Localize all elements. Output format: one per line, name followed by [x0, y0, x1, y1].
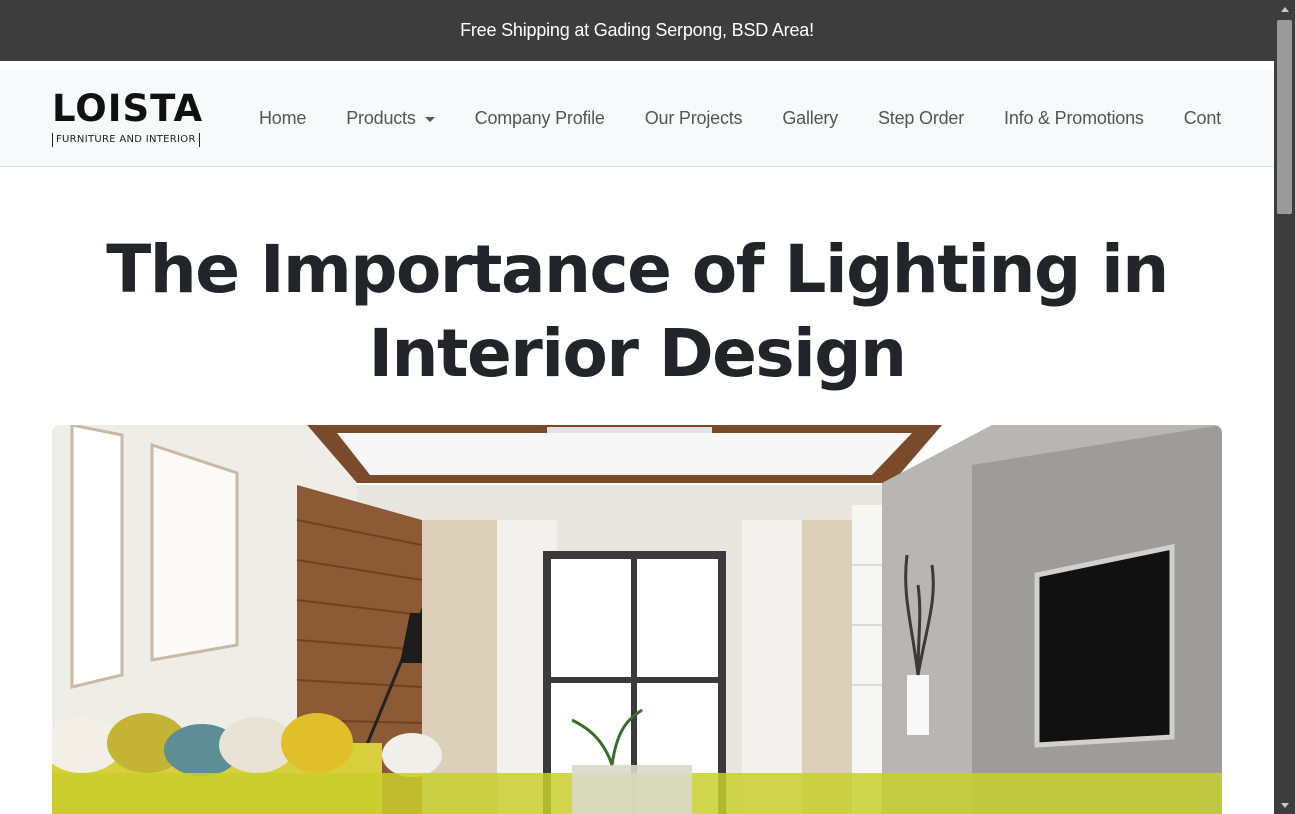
nav-contact-label: Cont — [1183, 108, 1221, 128]
nav-our-projects-label: Our Projects — [644, 108, 743, 128]
page: Free Shipping at Gading Serpong, BSD Are… — [0, 0, 1274, 814]
scroll-down-icon[interactable] — [1274, 796, 1295, 814]
announcement-bar: Free Shipping at Gading Serpong, BSD Are… — [0, 0, 1274, 61]
scroll-up-icon[interactable] — [1274, 0, 1295, 18]
nav-products[interactable]: Products — [326, 108, 454, 129]
scroll-thumb[interactable] — [1277, 20, 1292, 214]
nav-step-order-label: Step Order — [877, 108, 965, 128]
nav-contact[interactable]: Cont — [1164, 108, 1241, 129]
hero-image — [52, 425, 1222, 814]
brand-logo[interactable]: LOISTA FURNITURE AND INTERIOR — [52, 89, 202, 147]
nav-step-order[interactable]: Step Order — [858, 108, 984, 129]
caret-down-icon — [424, 117, 435, 122]
nav-home[interactable]: Home — [239, 108, 326, 129]
navbar: LOISTA FURNITURE AND INTERIOR Home Produ… — [0, 70, 1274, 167]
nav-our-projects[interactable]: Our Projects — [625, 108, 763, 129]
brand-tagline: FURNITURE AND INTERIOR — [52, 133, 200, 147]
nav-company-profile[interactable]: Company Profile — [455, 108, 625, 129]
brand-name: LOISTA — [52, 87, 204, 130]
scrollbar[interactable] — [1274, 0, 1295, 814]
nav-products-label: Products — [346, 108, 416, 128]
article-title: The Importance of Lighting in Interior D… — [106, 231, 1169, 392]
nav-company-profile-label: Company Profile — [474, 108, 605, 128]
nav-info-promotions[interactable]: Info & Promotions — [984, 108, 1164, 129]
announcement-text: Free Shipping at Gading Serpong, BSD Are… — [460, 20, 814, 40]
nav-gallery-label: Gallery — [782, 108, 838, 128]
nav-gallery[interactable]: Gallery — [762, 108, 858, 129]
nav-menu: Home Products Company Profile Our Projec… — [239, 70, 1241, 167]
nav-home-label: Home — [259, 108, 307, 128]
nav-info-promotions-label: Info & Promotions — [1004, 108, 1144, 128]
living-room-illustration — [52, 425, 1222, 814]
